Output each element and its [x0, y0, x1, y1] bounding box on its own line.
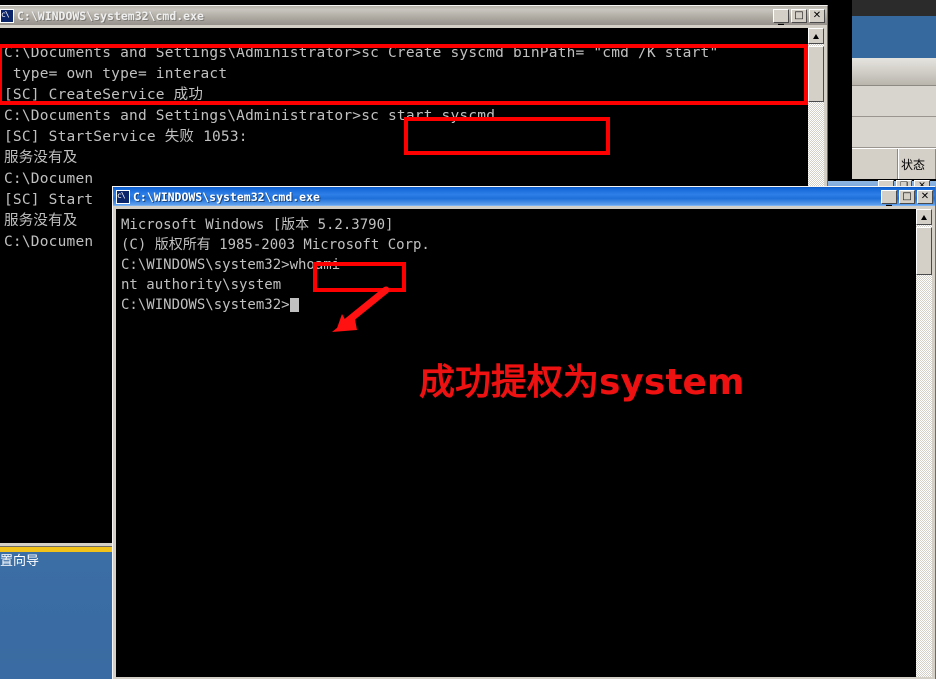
console-line: C:\Documents and Settings\Administrator>… — [4, 108, 496, 124]
background-window-list-header: 状态 — [852, 148, 936, 179]
background-window-column-status[interactable]: 状态 — [898, 149, 936, 179]
close-icon: ✕ — [920, 190, 930, 202]
chevron-up-icon — [813, 34, 819, 39]
minimize-icon: _ — [886, 191, 892, 206]
cmd-window-2-output: Microsoft Windows [版本 5.2.3790] (C) 版权所有… — [121, 215, 912, 315]
background-window-row-1[interactable] — [852, 86, 936, 117]
cmd-window-2-console[interactable]: Microsoft Windows [版本 5.2.3790] (C) 版权所有… — [116, 209, 932, 677]
cmd-window-1-close-button[interactable]: ✕ — [809, 8, 825, 23]
close-icon: ✕ — [812, 9, 822, 21]
scrollbar-thumb[interactable] — [916, 227, 932, 275]
background-window-banner — [852, 16, 936, 58]
background-window-toolbar — [852, 58, 936, 86]
console-line: 服务没有及 — [4, 150, 78, 166]
console-line: (C) 版权所有 1985-2003 Microsoft Corp. — [121, 237, 430, 253]
cmd-window-1-controls[interactable]: _ □ ✕ — [773, 8, 825, 25]
cmd-window-1-maximize-button[interactable]: □ — [791, 8, 807, 23]
cmd-window-2-vertical-scrollbar[interactable] — [916, 209, 932, 677]
cmd-window-1-minimize-button[interactable]: _ — [773, 8, 789, 25]
cmd-window-2-title: C:\WINDOWS\system32\cmd.exe — [133, 189, 320, 204]
console-line: [SC] CreateService 成功 — [4, 87, 204, 103]
cmd-window-2-controls[interactable]: _ □ ✕ — [881, 189, 933, 206]
console-line: [SC] StartService 失败 1053: — [4, 129, 248, 145]
scroll-up-button[interactable] — [808, 28, 824, 44]
console-line: C:\WINDOWS\system32> — [121, 295, 912, 315]
background-window-titlebar — [852, 0, 936, 16]
cmd-window-1-titlebar[interactable]: C:\WINDOWS\system32\cmd.exe _ □ ✕ — [0, 6, 827, 25]
background-window-row-2[interactable] — [852, 117, 936, 148]
console-line: nt authority\system — [121, 277, 282, 293]
cmd-window-2-minimize-button[interactable]: _ — [881, 189, 897, 206]
desktop-icon-label-partial: 置向导 — [0, 554, 40, 569]
console-line: C:\WINDOWS\system32>whoami — [121, 257, 341, 273]
console-icon — [116, 189, 130, 204]
chevron-up-icon — [921, 215, 927, 220]
success-caption: 成功提权为system — [419, 362, 745, 403]
background-application-window[interactable]: 状态 — [852, 0, 936, 181]
cmd-window-2-titlebar[interactable]: C:\WINDOWS\system32\cmd.exe _ □ ✕ — [113, 187, 935, 206]
console-line: C:\Documents and Settings\Administrator>… — [4, 45, 719, 61]
console-line: Microsoft Windows [版本 5.2.3790] — [121, 217, 394, 233]
scrollbar-thumb[interactable] — [808, 46, 824, 102]
background-window-column-blank — [852, 149, 898, 179]
maximize-icon: □ — [794, 9, 804, 21]
scroll-up-button[interactable] — [916, 209, 932, 225]
prompt-text: C:\WINDOWS\system32> — [121, 297, 290, 313]
cmd-window-2-maximize-button[interactable]: □ — [899, 189, 915, 204]
text-cursor — [289, 298, 299, 312]
screen-root: 置向导 状态 _ ❑ ✕ C:\WINDOWS\system32\cmd.exe… — [0, 0, 936, 679]
console-line: type= own type= interact — [4, 66, 228, 82]
minimize-icon: _ — [778, 10, 784, 25]
console-icon — [0, 8, 14, 23]
cmd-window-2[interactable]: C:\WINDOWS\system32\cmd.exe _ □ ✕ Micros… — [112, 186, 936, 679]
maximize-icon: □ — [902, 190, 912, 202]
cmd-window-1-title: C:\WINDOWS\system32\cmd.exe — [17, 8, 204, 23]
cmd-window-2-close-button[interactable]: ✕ — [917, 189, 933, 204]
